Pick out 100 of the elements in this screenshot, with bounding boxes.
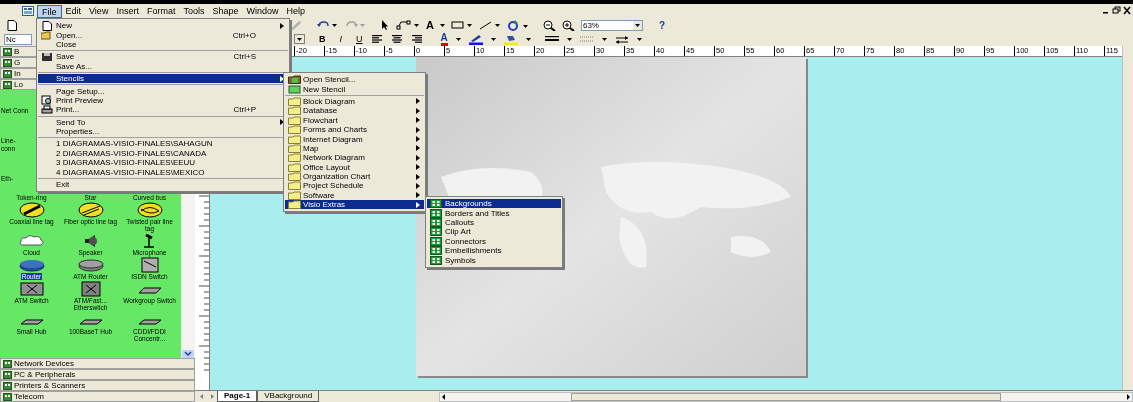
submenu-arrow-icon [280,75,284,82]
menu-item[interactable]: Forms and Charts [285,124,424,135]
text-tool[interactable]: A [426,19,434,31]
menu-item[interactable]: Connectors [427,236,561,246]
menu-item[interactable]: Window [242,4,283,18]
menu-item[interactable]: Format [142,4,180,18]
menu-item[interactable]: Office Layout [285,162,424,172]
menu-item[interactable]: Borders and Titles [427,208,561,218]
font-field[interactable]: Nc [4,33,32,45]
menu-item[interactable]: Flowchart [285,115,424,125]
zoom-in-icon[interactable] [561,19,575,31]
stencil-title: Network Devices [14,359,74,368]
router-icon[interactable] [76,257,105,273]
menu-item[interactable]: Organization Chart [285,171,424,182]
menu-item[interactable]: Edit [61,4,86,18]
stencil-title-bar[interactable]: Network Devices [0,358,195,369]
menu-item[interactable]: Insert [112,4,143,18]
align-right-icon[interactable] [410,34,423,44]
menu-item[interactable]: Visio Extras [285,200,424,210]
scroll-down-icon[interactable] [182,350,194,358]
page-tab[interactable]: Page-1 [217,391,258,402]
caret-icon[interactable] [490,37,496,41]
stencil-title-bar[interactable]: PC & Peripherals [0,369,195,380]
line-tag-icon[interactable] [76,202,105,218]
menu-item[interactable]: Embellishments [427,245,561,256]
fill-color-icon[interactable] [503,33,518,45]
scrollbar-thumb[interactable] [571,392,1002,401]
menu-item[interactable]: Save As... [38,61,288,71]
switch-icon[interactable] [17,281,46,297]
menu-item[interactable]: Callouts [427,217,561,228]
menu-item[interactable]: Block Diagram [285,96,424,107]
page-tab[interactable]: VBackground [257,391,320,402]
menu-item[interactable]: Help [282,4,309,18]
line-tag-icon[interactable] [17,202,46,218]
caret-icon[interactable] [455,37,461,41]
menu-item[interactable]: Open... Ctrl+O [38,30,288,40]
router-icon[interactable] [17,257,46,273]
submenu-arrow-icon [280,22,284,29]
align-left-icon[interactable] [370,34,383,44]
help-button[interactable]: ? [658,19,666,31]
pointer-icon[interactable] [380,20,390,30]
line-ends-icon[interactable] [614,34,629,44]
italic-button[interactable]: I [339,34,342,44]
folder-icon [287,153,301,163]
menu-item[interactable]: Project Schedule [285,181,424,191]
line-weight-icon[interactable] [544,35,559,43]
connector-tool-icon[interactable] [396,20,420,30]
line-tag-icon[interactable] [135,202,164,218]
caret-icon[interactable] [525,37,531,41]
menu-item[interactable]: Software [285,190,424,201]
menu-item[interactable]: New Stencil [285,84,424,94]
menu-item[interactable]: Database [285,106,424,116]
menu-item[interactable]: Tools [179,4,209,18]
menu-item[interactable]: Clip Art [427,227,561,237]
caret-icon[interactable] [439,23,445,27]
submenu-arrow-icon [280,119,284,126]
menu-item[interactable]: Backgrounds [427,199,561,209]
menu-item[interactable]: Close [38,39,288,50]
line-color-icon[interactable] [468,33,483,45]
menu-item[interactable]: Symbols [427,255,561,265]
menu-item[interactable]: Map [285,143,424,154]
horizontal-scrollbar[interactable] [439,391,1133,402]
scroll-right-icon[interactable] [1124,392,1132,401]
underline-button[interactable]: U [356,34,363,44]
close-icon[interactable] [1123,6,1131,15]
new-document-icon[interactable] [7,19,17,31]
stencil-icon [430,227,442,237]
menu-item[interactable]: Internet Diagram [285,134,424,144]
zoom-value: 63% [581,20,599,30]
stencil-title-bar[interactable]: Telecom [0,391,195,402]
menu-item[interactable]: Network Diagram [285,153,424,163]
zoom-box[interactable]: 63% [580,19,643,31]
dropdown-arrow-icon[interactable] [632,20,642,30]
page-navigation-icon[interactable] [197,392,217,401]
stencil-title: PC & Peripherals [14,370,76,379]
menu-item[interactable]: Open Stencil... [285,75,424,85]
menu-item[interactable]: New [38,21,288,31]
stencil-icon [430,217,442,227]
menu-item[interactable]: View [85,4,113,18]
rotate-icon[interactable] [506,19,529,31]
bold-button[interactable]: B [319,34,326,44]
menu-item[interactable]: Shape [208,4,243,18]
zoom-out-icon[interactable] [542,19,556,31]
stencil-icon [3,392,12,401]
caret-icon[interactable] [636,37,642,41]
restore-icon[interactable] [1112,6,1122,15]
caret-icon[interactable] [601,37,607,41]
printer-icon [41,104,53,115]
align-center-icon[interactable] [390,34,403,44]
undo-icon[interactable] [316,20,338,30]
new-stencil-icon [287,84,301,94]
rectangle-tool-icon[interactable] [450,20,473,30]
caret-icon[interactable] [566,37,572,41]
menu-item[interactable]: Save Ctrl+S [38,52,288,62]
line-tool-icon[interactable] [478,20,501,30]
cloud-icon[interactable] [17,233,46,249]
stencil-title-bar[interactable]: Printers & Scanners [0,380,195,391]
stencil-icon [3,381,12,390]
menu-item[interactable]: File [37,4,62,18]
app-icon[interactable] [22,6,34,16]
